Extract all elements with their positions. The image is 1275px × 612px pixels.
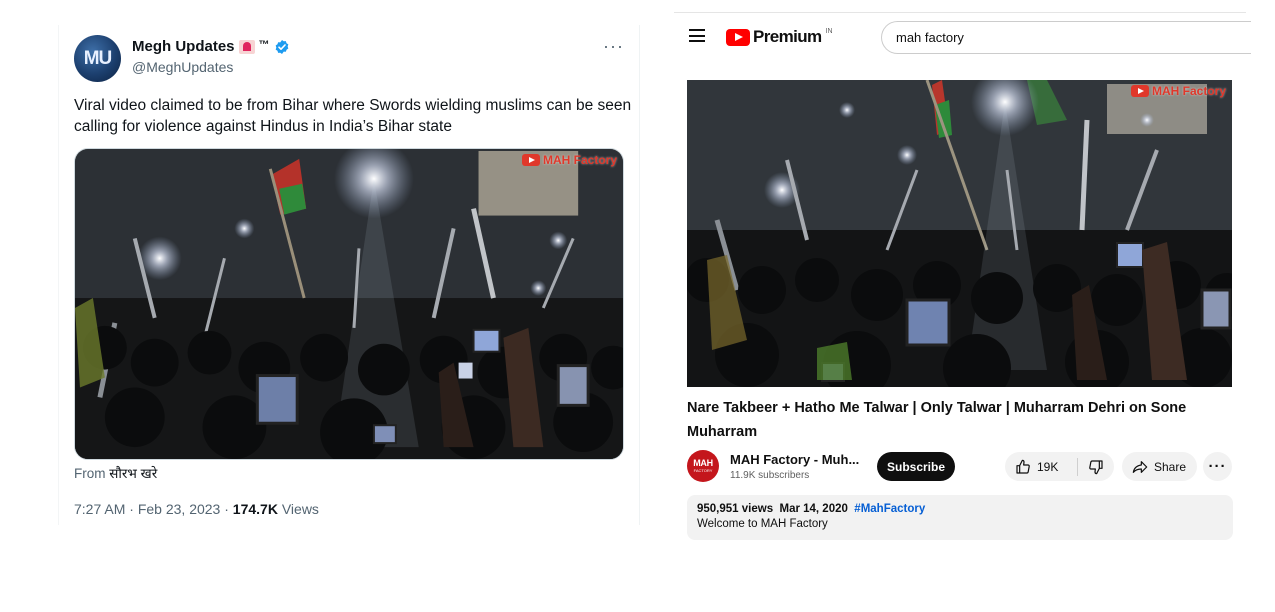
channel-avatar[interactable]: MAH FACTORY <box>687 450 719 482</box>
share-label: Share <box>1154 459 1187 474</box>
tweet-time[interactable]: 7:27 AM <box>74 501 125 517</box>
tweet-metadata: 7:27 AM · Feb 23, 2023 · 174.7K Views <box>74 501 319 517</box>
search-input[interactable]: mah factory <box>881 21 1251 54</box>
views-count: 174.7K <box>232 501 278 517</box>
region-code: IN <box>825 27 833 35</box>
media-from-author[interactable]: सौरभ खरे <box>109 466 157 481</box>
author-name-row: Megh Updates ™ <box>132 38 290 55</box>
avatar[interactable]: MU <box>74 35 121 82</box>
video-frame: MAH Factory <box>687 80 1232 387</box>
description-text: Welcome to MAH Factory <box>697 518 828 530</box>
channel-avatar-subtext: FACTORY <box>693 468 713 473</box>
menu-icon[interactable] <box>689 29 705 42</box>
more-horizontal-icon[interactable]: ··· <box>603 37 624 55</box>
youtube-mini-logo-icon <box>1130 85 1149 97</box>
youtube-mini-logo-icon <box>521 154 540 166</box>
youtube-premium-logo[interactable]: Premium IN <box>726 27 833 47</box>
video-watermark: MAH Factory <box>1130 84 1226 98</box>
youtube-page: Premium IN mah factory MAH Factory Nare … <box>674 12 1251 542</box>
video-watermark-text: MAH Factory <box>542 153 617 167</box>
share-button[interactable]: Share <box>1122 452 1197 481</box>
tweet-card: MU Megh Updates ™ @MeghUpdates ··· Viral… <box>58 25 640 525</box>
video-title: Nare Takbeer + Hatho Me Talwar | Only Ta… <box>687 400 1187 440</box>
tweet-video[interactable]: MAH Factory <box>74 148 624 460</box>
author-handle[interactable]: @MeghUpdates <box>132 59 233 75</box>
video-player[interactable]: MAH Factory <box>687 80 1232 387</box>
divider <box>674 12 1246 13</box>
media-attribution: From सौरभ खरे <box>74 464 157 482</box>
share-arrow-icon <box>1132 460 1148 473</box>
channel-name[interactable]: MAH Factory - Muh... <box>730 452 859 467</box>
avatar-initials: MU <box>83 47 113 69</box>
thumbs-down-icon <box>1089 459 1103 474</box>
tweet-date[interactable]: Feb 23, 2023 <box>138 501 221 517</box>
thumbs-up-icon <box>1016 459 1030 474</box>
description-box[interactable]: 950,951 views Mar 14, 2020 #MahFactory W… <box>687 495 1233 540</box>
subscribe-button[interactable]: Subscribe <box>877 452 955 481</box>
upload-date: Mar 14, 2020 <box>779 503 848 515</box>
subscriber-count: 11.9K subscribers <box>730 470 810 481</box>
crowd-scene-image <box>687 80 1232 387</box>
like-count: 19K <box>1037 459 1059 474</box>
crowd-scene-image <box>75 149 623 459</box>
view-count: 950,951 views <box>697 503 774 515</box>
channel-avatar-text: MAH <box>693 458 713 468</box>
video-watermark: MAH Factory <box>521 153 617 167</box>
media-from-prefix: From <box>74 466 106 481</box>
tweet-text: Viral video claimed to be from Bihar whe… <box>74 97 632 135</box>
logo-text: Premium <box>753 27 822 46</box>
views-label: Views <box>281 501 319 517</box>
display-name[interactable]: Megh Updates <box>132 38 235 55</box>
trademark-suffix: ™ <box>258 39 270 51</box>
video-frame: MAH Factory <box>75 149 623 459</box>
like-button[interactable]: 19K <box>1005 452 1077 481</box>
meta-separator: · <box>224 501 229 517</box>
video-watermark-text: MAH Factory <box>1151 84 1226 98</box>
like-dislike-group: 19K <box>1005 452 1114 481</box>
dislike-button[interactable] <box>1078 452 1114 481</box>
verified-badge-icon <box>275 39 288 54</box>
meta-separator: · <box>129 501 134 517</box>
description-meta: 950,951 views Mar 14, 2020 #MahFactory <box>697 503 1223 515</box>
youtube-play-icon <box>726 28 750 46</box>
hashtag-link[interactable]: #MahFactory <box>854 503 925 515</box>
more-actions-icon[interactable]: ··· <box>1203 452 1232 481</box>
siren-emoji-icon <box>238 39 255 54</box>
